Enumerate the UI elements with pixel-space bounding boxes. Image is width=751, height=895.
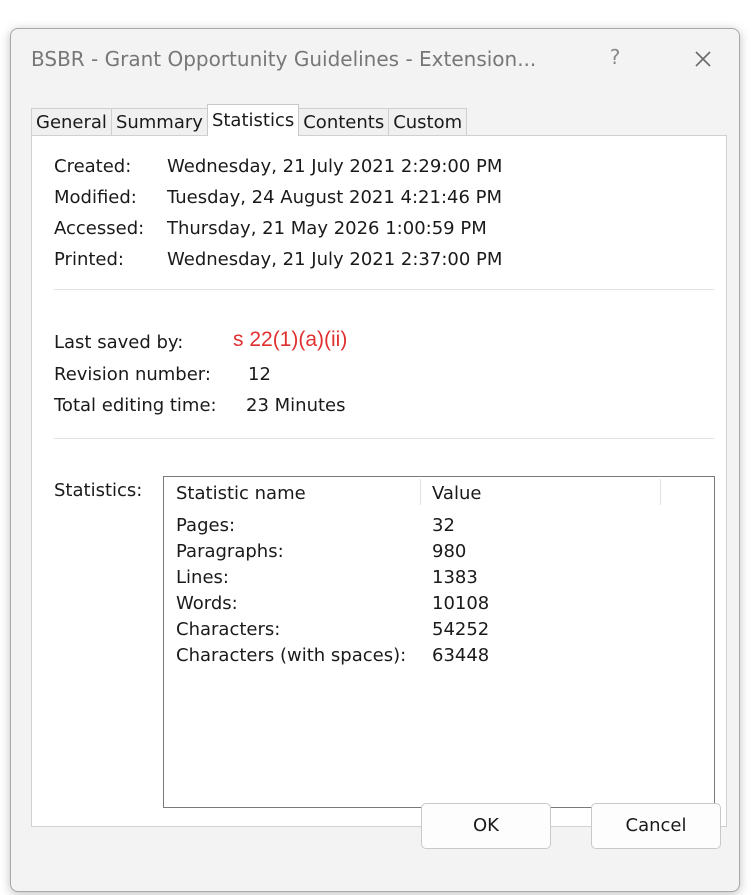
created-label: Created: [54,156,132,177]
redaction-label: s 22(1)(a)(ii) [229,325,416,355]
column-header-value[interactable]: Value [432,483,481,504]
column-divider [660,479,661,505]
column-header-name[interactable]: Statistic name [176,483,306,504]
help-button[interactable]: ? [603,45,627,73]
list-item[interactable]: Characters: 54252 [164,619,714,645]
tab-contents[interactable]: Contents [298,108,390,136]
statistic-name: Words: [176,593,238,614]
accessed-label: Accessed: [54,218,145,239]
list-header: Statistic name Value [164,477,714,507]
statistic-name: Pages: [176,515,236,536]
statistic-name: Lines: [176,567,229,588]
statistics-list[interactable]: Statistic name Value Pages: 32 Paragraph… [163,476,715,808]
modified-label: Modified: [54,187,137,208]
list-item[interactable]: Lines: 1383 [164,567,714,593]
list-item[interactable]: Words: 10108 [164,593,714,619]
statistic-value: 32 [432,515,455,536]
modified-value: Tuesday, 24 August 2021 4:21:46 PM [167,187,503,208]
list-item[interactable]: Characters (with spaces): 63448 [164,645,714,671]
tab-custom[interactable]: Custom [388,108,468,136]
editing-time-label: Total editing time: [54,395,217,416]
statistic-name: Paragraphs: [176,541,284,562]
properties-dialog: BSBR - Grant Opportunity Guidelines - Ex… [10,28,740,892]
printed-label: Printed: [54,249,124,270]
accessed-value: Thursday, 21 May 2026 1:00:59 PM [167,218,487,239]
statistic-value: 1383 [432,567,478,588]
printed-value: Wednesday, 21 July 2021 2:37:00 PM [167,249,503,270]
list-item[interactable]: Pages: 32 [164,515,714,541]
last-saved-label: Last saved by: [54,332,184,353]
statistic-name: Characters (with spaces): [176,645,407,666]
tab-general[interactable]: General [31,108,112,136]
window-title: BSBR - Grant Opportunity Guidelines - Ex… [31,47,537,71]
statistics-panel: Created: Wednesday, 21 July 2021 2:29:00… [31,135,727,827]
revision-value: 12 [248,364,271,385]
tab-statistics[interactable]: Statistics [206,104,300,136]
created-value: Wednesday, 21 July 2021 2:29:00 PM [167,156,503,177]
statistic-value: 54252 [432,619,490,640]
title-bar: BSBR - Grant Opportunity Guidelines - Ex… [11,29,739,95]
separator [54,438,714,439]
close-icon [695,51,711,67]
tab-summary[interactable]: Summary [110,108,208,136]
statistic-value: 63448 [432,645,490,666]
statistic-name: Characters: [176,619,281,640]
tab-strip: General Summary Statistics Contents Cust… [31,104,468,136]
close-button[interactable] [683,39,723,79]
ok-button[interactable]: OK [421,803,551,849]
revision-label: Revision number: [54,364,211,385]
statistics-label: Statistics: [54,480,143,501]
editing-time-value: 23 Minutes [246,395,346,416]
list-item[interactable]: Paragraphs: 980 [164,541,714,567]
separator [54,289,714,290]
statistic-value: 10108 [432,593,490,614]
column-divider [420,479,421,505]
statistic-value: 980 [432,541,467,562]
cancel-button[interactable]: Cancel [591,803,721,849]
